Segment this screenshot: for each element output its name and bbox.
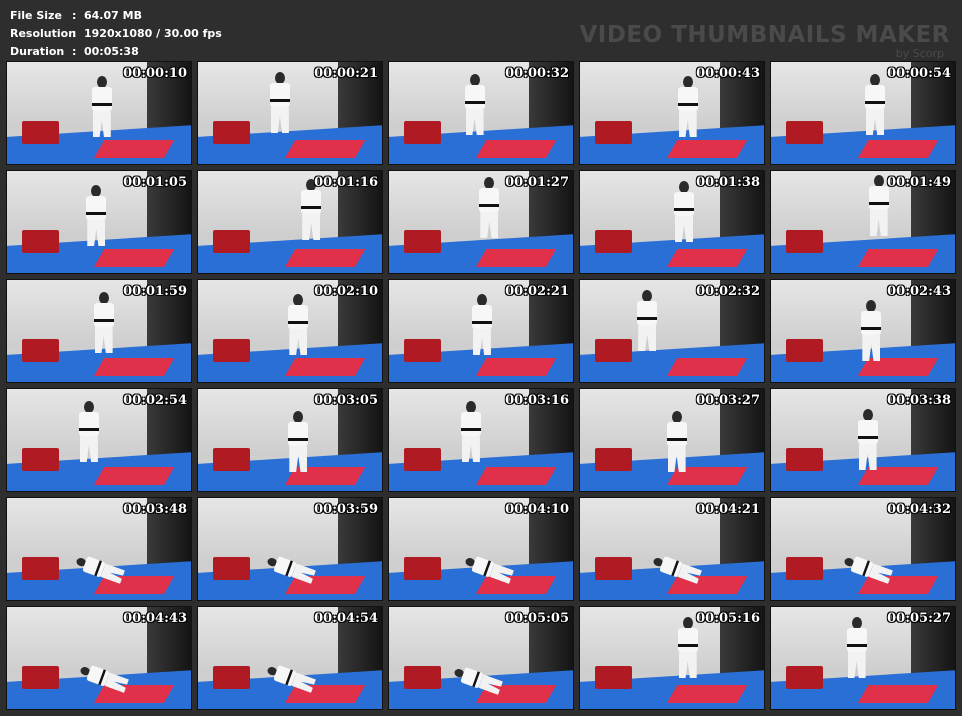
video-thumbnail[interactable]: 00:00:54 (770, 61, 956, 165)
karate-figure (84, 185, 108, 247)
video-thumbnail[interactable]: 00:02:21 (388, 279, 574, 383)
timestamp-label: 00:04:10 (505, 502, 569, 517)
video-thumbnail[interactable]: 00:04:21 (579, 497, 765, 601)
karate-figure (856, 409, 880, 471)
video-thumbnail[interactable]: 00:00:43 (579, 61, 765, 165)
file-size-label: File Size (10, 9, 62, 22)
karate-figure (845, 617, 869, 679)
video-thumbnail[interactable]: 00:05:16 (579, 606, 765, 710)
duration-value: 00:05:38 (84, 45, 139, 58)
duration-label: Duration (10, 45, 65, 58)
timestamp-label: 00:01:27 (505, 175, 569, 190)
video-thumbnail[interactable]: 00:03:38 (770, 388, 956, 492)
timestamp-label: 00:02:10 (314, 284, 378, 299)
brand-subtitle: by Scorp (895, 47, 944, 60)
file-size-value: 64.07 MB (84, 9, 142, 22)
video-thumbnail[interactable]: 00:03:27 (579, 388, 765, 492)
timestamp-label: 00:01:49 (887, 175, 951, 190)
karate-figure (863, 74, 887, 136)
timestamp-label: 00:01:59 (123, 284, 187, 299)
video-info-panel: File Size : 64.07 MB Resolution : 1920x1… (10, 7, 222, 61)
timestamp-label: 00:04:43 (123, 611, 187, 626)
timestamp-label: 00:04:32 (887, 502, 951, 517)
timestamp-label: 00:04:21 (696, 502, 760, 517)
karate-figure (672, 181, 696, 243)
video-thumbnail[interactable]: 00:01:49 (770, 170, 956, 274)
resolution-value: 1920x1080 / 30.00 fps (84, 27, 222, 40)
video-thumbnail[interactable]: 00:01:16 (197, 170, 383, 274)
timestamp-label: 00:00:32 (505, 66, 569, 81)
timestamp-label: 00:03:05 (314, 393, 378, 408)
karate-figure (459, 401, 483, 463)
timestamp-label: 00:02:54 (123, 393, 187, 408)
video-thumbnail[interactable]: 00:04:10 (388, 497, 574, 601)
video-thumbnail[interactable]: 00:00:32 (388, 61, 574, 165)
brand-watermark: VIDEO THUMBNAILS MAKER by Scorp (579, 22, 950, 60)
timestamp-label: 00:05:16 (696, 611, 760, 626)
karate-figure (463, 74, 487, 136)
karate-figure (286, 294, 310, 356)
karate-figure (676, 76, 700, 138)
video-thumbnail[interactable]: 00:01:05 (6, 170, 192, 274)
timestamp-label: 00:03:38 (887, 393, 951, 408)
video-thumbnail[interactable]: 00:01:27 (388, 170, 574, 274)
timestamp-label: 00:01:05 (123, 175, 187, 190)
karate-figure (859, 300, 883, 362)
video-thumbnail[interactable]: 00:05:05 (388, 606, 574, 710)
separator: : (72, 27, 77, 40)
timestamp-label: 00:02:32 (696, 284, 760, 299)
video-thumbnail[interactable]: 00:00:21 (197, 61, 383, 165)
karate-figure (676, 617, 700, 679)
timestamp-label: 00:04:54 (314, 611, 378, 626)
karate-figure (268, 72, 292, 134)
video-thumbnail[interactable]: 00:02:54 (6, 388, 192, 492)
video-thumbnail[interactable]: 00:04:43 (6, 606, 192, 710)
file-size-row: File Size : 64.07 MB (10, 7, 222, 25)
timestamp-label: 00:03:59 (314, 502, 378, 517)
karate-figure (470, 294, 494, 356)
karate-figure (665, 411, 689, 473)
resolution-label: Resolution (10, 27, 77, 40)
video-thumbnail[interactable]: 00:03:05 (197, 388, 383, 492)
timestamp-label: 00:03:16 (505, 393, 569, 408)
video-thumbnail[interactable]: 00:05:27 (770, 606, 956, 710)
video-thumbnail[interactable]: 00:04:54 (197, 606, 383, 710)
timestamp-label: 00:02:43 (887, 284, 951, 299)
video-thumbnail[interactable]: 00:01:59 (6, 279, 192, 383)
video-thumbnail[interactable]: 00:03:59 (197, 497, 383, 601)
video-thumbnail[interactable]: 00:02:10 (197, 279, 383, 383)
karate-figure (477, 177, 501, 239)
separator: : (72, 9, 77, 22)
timestamp-label: 00:03:27 (696, 393, 760, 408)
video-thumbnail[interactable]: 00:03:16 (388, 388, 574, 492)
thumbnail-grid: 00:00:10 00:00:21 00:00:32 00:00:43 00:00:54… (6, 61, 956, 710)
timestamp-label: 00:02:21 (505, 284, 569, 299)
timestamp-label: 00:00:54 (887, 66, 951, 81)
timestamp-label: 00:03:48 (123, 502, 187, 517)
brand-title: VIDEO THUMBNAILS MAKER (579, 22, 950, 48)
timestamp-label: 00:00:21 (314, 66, 378, 81)
karate-figure (77, 401, 101, 463)
timestamp-label: 00:05:27 (887, 611, 951, 626)
karate-figure (90, 76, 114, 138)
video-thumbnail[interactable]: 00:02:32 (579, 279, 765, 383)
video-thumbnail[interactable]: 00:01:38 (579, 170, 765, 274)
separator: : (72, 45, 77, 58)
duration-row: Duration : 00:05:38 (10, 43, 222, 61)
video-thumbnail[interactable]: 00:00:10 (6, 61, 192, 165)
karate-figure (92, 292, 116, 354)
timestamp-label: 00:00:43 (696, 66, 760, 81)
karate-figure (286, 411, 310, 473)
video-thumbnail[interactable]: 00:03:48 (6, 497, 192, 601)
timestamp-label: 00:01:38 (696, 175, 760, 190)
timestamp-label: 00:00:10 (123, 66, 187, 81)
resolution-row: Resolution : 1920x1080 / 30.00 fps (10, 25, 222, 43)
timestamp-label: 00:05:05 (505, 611, 569, 626)
video-thumbnail[interactable]: 00:02:43 (770, 279, 956, 383)
karate-figure (635, 290, 659, 352)
timestamp-label: 00:01:16 (314, 175, 378, 190)
video-thumbnail[interactable]: 00:04:32 (770, 497, 956, 601)
